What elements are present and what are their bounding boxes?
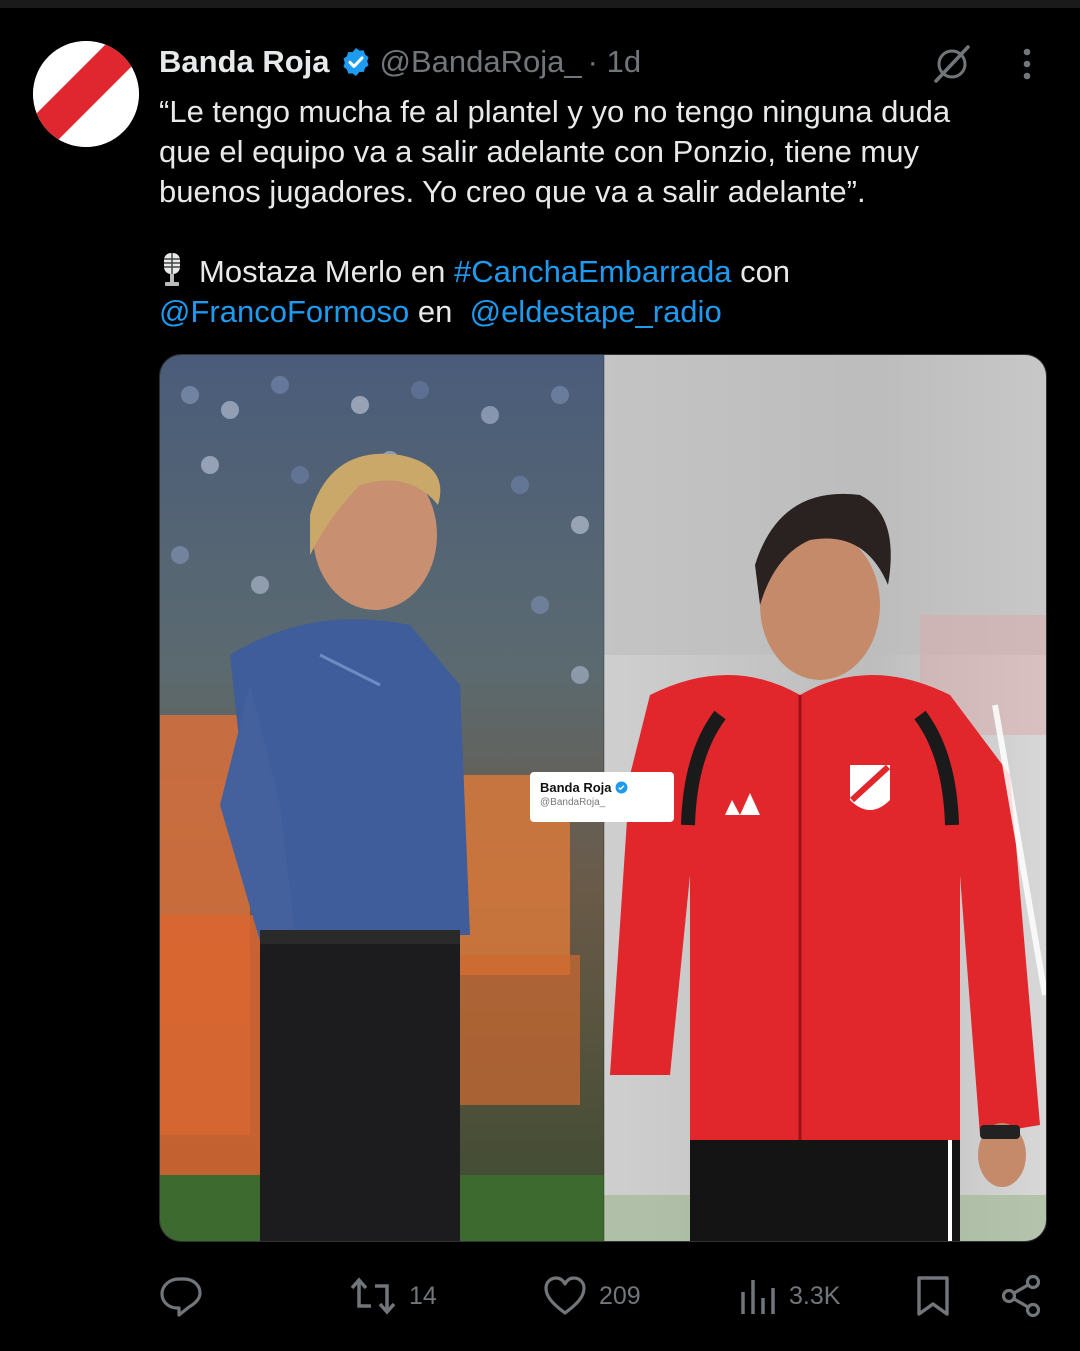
credit-line-2: @FrancoFormoso en @eldestape_radio [159,292,1039,332]
heart-icon [544,1276,586,1315]
like-count: 209 [599,1281,641,1310]
credit-prefix: Mostaza Merlo en [199,254,454,289]
image-watermark: Banda Roja @BandaRoja_ [530,772,674,822]
like-button[interactable]: 209 [543,1270,641,1322]
repost-button[interactable]: 14 [349,1270,437,1322]
reply-button[interactable] [159,1270,215,1322]
bookmark-button[interactable] [913,1270,953,1322]
hashtag-link[interactable]: #CanchaEmbarrada [454,254,731,289]
watermark-name: Banda Roja [540,780,612,795]
avatar[interactable] [33,41,139,147]
grok-icon [934,45,970,83]
post-header: Banda Roja @BandaRoja_ · 1d [159,40,641,84]
repost-icon [350,1277,396,1315]
bookmark-icon [917,1276,949,1316]
avatar-logo [33,41,139,147]
display-name[interactable]: Banda Roja [159,44,330,80]
credit-en: en [409,294,470,329]
views-button[interactable]: 3.3K [737,1270,840,1322]
mention-link-eldestape[interactable]: @eldestape_radio [470,294,722,329]
share-button[interactable] [999,1270,1043,1322]
author-handle[interactable]: @BandaRoja_ [380,44,582,80]
post-text: “Le tengo mucha fe al plantel y yo no te… [159,92,1039,332]
repost-count: 14 [409,1281,437,1310]
post-text-line-3: buenos jugadores. Yo creo que va a salir… [159,174,866,209]
watermark-verified-icon [615,781,627,794]
mention-link-francoformoso[interactable]: @FrancoFormoso [159,294,409,329]
microphone-icon [159,252,185,288]
verified-badge-icon[interactable] [340,46,372,78]
credit-con: con [731,254,791,289]
views-chart-icon [741,1280,775,1314]
share-icon [1001,1274,1041,1318]
post-time[interactable]: · 1d [588,44,641,80]
action-bar: 14 209 3.3K [159,1270,1049,1322]
more-dots-icon [1023,48,1031,80]
view-count: 3.3K [789,1281,841,1310]
more-options-button[interactable] [1006,40,1048,88]
post-text-line-2: que el equipo va a salir adelante con Po… [159,134,919,169]
top-divider [0,0,1080,8]
watermark-handle: @BandaRoja_ [540,797,606,808]
grok-button[interactable] [926,40,978,88]
reply-icon [160,1277,202,1317]
post-text-line-1: “Le tengo mucha fe al plantel y yo no te… [159,94,951,129]
credit-line: Mostaza Merlo en #CanchaEmbarrada con [159,252,1039,292]
